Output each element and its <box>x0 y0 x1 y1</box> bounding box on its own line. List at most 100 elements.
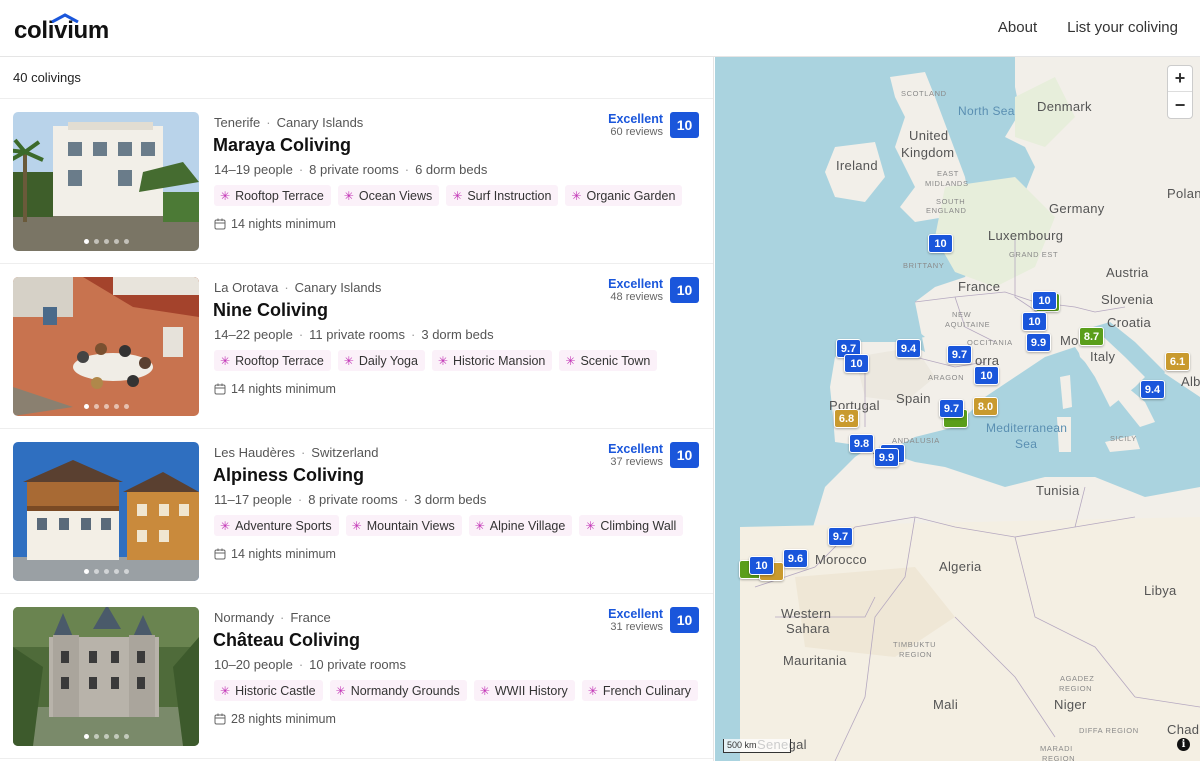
listing-card[interactable]: Les Haudères · Switzerland Alpiness Colivi… <box>0 429 713 594</box>
listing-title[interactable]: Nine Coliving <box>213 300 328 321</box>
map-label: REGION <box>899 650 933 659</box>
map-label: Sahara <box>786 621 830 636</box>
amenity-tag: ✳ Mountain Views <box>345 515 462 536</box>
map[interactable]: North Sea Denmark SCOTLAND United Kingdo… <box>715 57 1200 761</box>
map-marker[interactable]: 9.7 <box>947 345 972 364</box>
map-label: France <box>958 279 1001 294</box>
sparkle-icon: ✳ <box>343 353 354 368</box>
sparkle-icon: ✳ <box>571 188 582 203</box>
map-label: Slovenia <box>1101 292 1154 307</box>
zoom-controls: + − <box>1167 65 1193 119</box>
map-label: AGADEZ <box>1060 674 1095 683</box>
map-label: NEW <box>952 310 972 319</box>
map-marker[interactable]: 10 <box>749 556 774 575</box>
listing-capacity: 10–20 people · 10 private rooms <box>214 657 406 672</box>
map-label: EAST <box>937 169 959 178</box>
map-label: Austria <box>1106 265 1149 280</box>
photo-carousel-dots[interactable] <box>13 404 199 409</box>
score-badge: 10 <box>670 607 699 633</box>
map-marker[interactable]: 6.8 <box>834 409 859 428</box>
map-label: Sea <box>1015 437 1038 451</box>
score-badge: 10 <box>670 112 699 138</box>
listing-card[interactable]: Tenerife · Canary Islands Maraya Coliving … <box>0 99 713 264</box>
map-marker[interactable]: 9.9 <box>1026 333 1051 352</box>
map-marker[interactable]: 10 <box>1022 312 1047 331</box>
map-label: Luxembourg <box>988 228 1064 243</box>
listing-photo[interactable] <box>13 607 199 746</box>
sparkle-icon: ✳ <box>220 353 231 368</box>
nav-about-link[interactable]: About <box>998 18 1037 38</box>
map-label: Mali <box>933 697 959 712</box>
listing-photo[interactable] <box>13 277 199 416</box>
photo-carousel-dots[interactable] <box>13 239 199 244</box>
map-label: Mediterranean <box>986 421 1068 435</box>
map-marker[interactable]: 9.8 <box>849 434 874 453</box>
map-label: Chad <box>1167 722 1200 737</box>
map-marker[interactable]: 6.1 <box>1165 352 1190 371</box>
sparkle-icon: ✳ <box>474 518 485 533</box>
amenity-tag: ✳ Surf Instruction <box>446 185 559 206</box>
listing-card[interactable]: Normandy · France Château Coliving 10–20 p… <box>0 594 713 759</box>
sparkle-icon: ✳ <box>220 518 231 533</box>
map-marker[interactable]: 9.7 <box>828 527 853 546</box>
map-label: Croatia <box>1107 315 1152 330</box>
listing-location: Tenerife · Canary Islands <box>214 115 364 130</box>
map-marker[interactable]: 10 <box>844 354 869 373</box>
listing-capacity: 14–22 people · 11 private rooms · 3 dorm bed… <box>214 327 494 342</box>
map-marker[interactable]: 8.0 <box>973 397 998 416</box>
listing-title[interactable]: Maraya Coliving <box>213 135 351 156</box>
map-label: MARADI <box>1040 744 1073 753</box>
map-marker[interactable]: 9.4 <box>896 339 921 358</box>
sparkle-icon: ✳ <box>351 518 362 533</box>
review-count: 48 reviews <box>610 291 663 303</box>
sparkle-icon: ✳ <box>437 353 448 368</box>
sparkle-icon: ✳ <box>452 188 463 203</box>
amenity-tag: ✳ Ocean Views <box>337 185 440 206</box>
calendar-icon <box>214 218 226 230</box>
sparkle-icon: ✳ <box>479 683 490 698</box>
map-marker[interactable]: 8.7 <box>1079 327 1104 346</box>
map-label: United <box>909 128 949 143</box>
map-label: Tunisia <box>1036 483 1080 498</box>
zoom-in-button[interactable]: + <box>1168 66 1192 92</box>
listing-card[interactable]: La Orotava · Canary Islands Nine Coliving … <box>0 264 713 429</box>
minimum-stay: 14 nights minimum <box>214 547 336 561</box>
listing-location: Normandy · France <box>214 610 331 625</box>
amenity-tag: ✳ Rooftop Terrace <box>214 185 331 206</box>
nav-list-coliving-link[interactable]: List your coliving <box>1067 18 1178 38</box>
photo-carousel-dots[interactable] <box>13 569 199 574</box>
zoom-out-button[interactable]: − <box>1168 92 1192 118</box>
amenity-tag: ✳ Climbing Wall <box>579 515 684 536</box>
map-label: Mauritania <box>783 653 847 668</box>
photo-carousel-dots[interactable] <box>13 734 199 739</box>
map-label: OCCITANIA <box>967 338 1013 347</box>
map-label: Denmark <box>1037 99 1092 114</box>
map-marker[interactable]: 10 <box>974 366 999 385</box>
listing-title[interactable]: Alpiness Coliving <box>213 465 364 486</box>
listing-capacity: 14–19 people · 8 private rooms · 6 dorm beds <box>214 162 488 177</box>
listing-tags: ✳ Rooftop Terrace ✳ Daily Yoga ✳ Historic M… <box>214 350 658 371</box>
map-label: Western <box>781 606 832 621</box>
map-scale: 500 km <box>723 739 791 753</box>
map-label: TIMBUKTU <box>893 640 937 649</box>
map-marker[interactable]: 10 <box>928 234 953 253</box>
listing-photo[interactable] <box>13 442 199 581</box>
map-marker[interactable]: 10 <box>1032 291 1057 310</box>
logo[interactable]: colivium <box>14 13 109 44</box>
info-icon[interactable]: i <box>1177 738 1190 751</box>
map-marker[interactable]: 9.6 <box>783 549 808 568</box>
review-count: 31 reviews <box>610 621 663 633</box>
review-count: 60 reviews <box>610 126 663 138</box>
map-marker[interactable]: 9.7 <box>939 399 964 418</box>
listing-photo[interactable] <box>13 112 199 251</box>
amenity-tag: ✳ Alpine Village <box>468 515 573 536</box>
map-label: Polan <box>1167 186 1200 201</box>
map-label: SICILY <box>1110 434 1137 443</box>
logo-roof-icon <box>51 13 79 23</box>
minimum-stay: 28 nights minimum <box>214 712 336 726</box>
map-label: Morocco <box>815 552 867 567</box>
map-marker[interactable]: 9.9 <box>874 448 899 467</box>
map-marker[interactable]: 9.4 <box>1140 380 1165 399</box>
calendar-icon <box>214 713 226 725</box>
listing-title[interactable]: Château Coliving <box>213 630 360 651</box>
